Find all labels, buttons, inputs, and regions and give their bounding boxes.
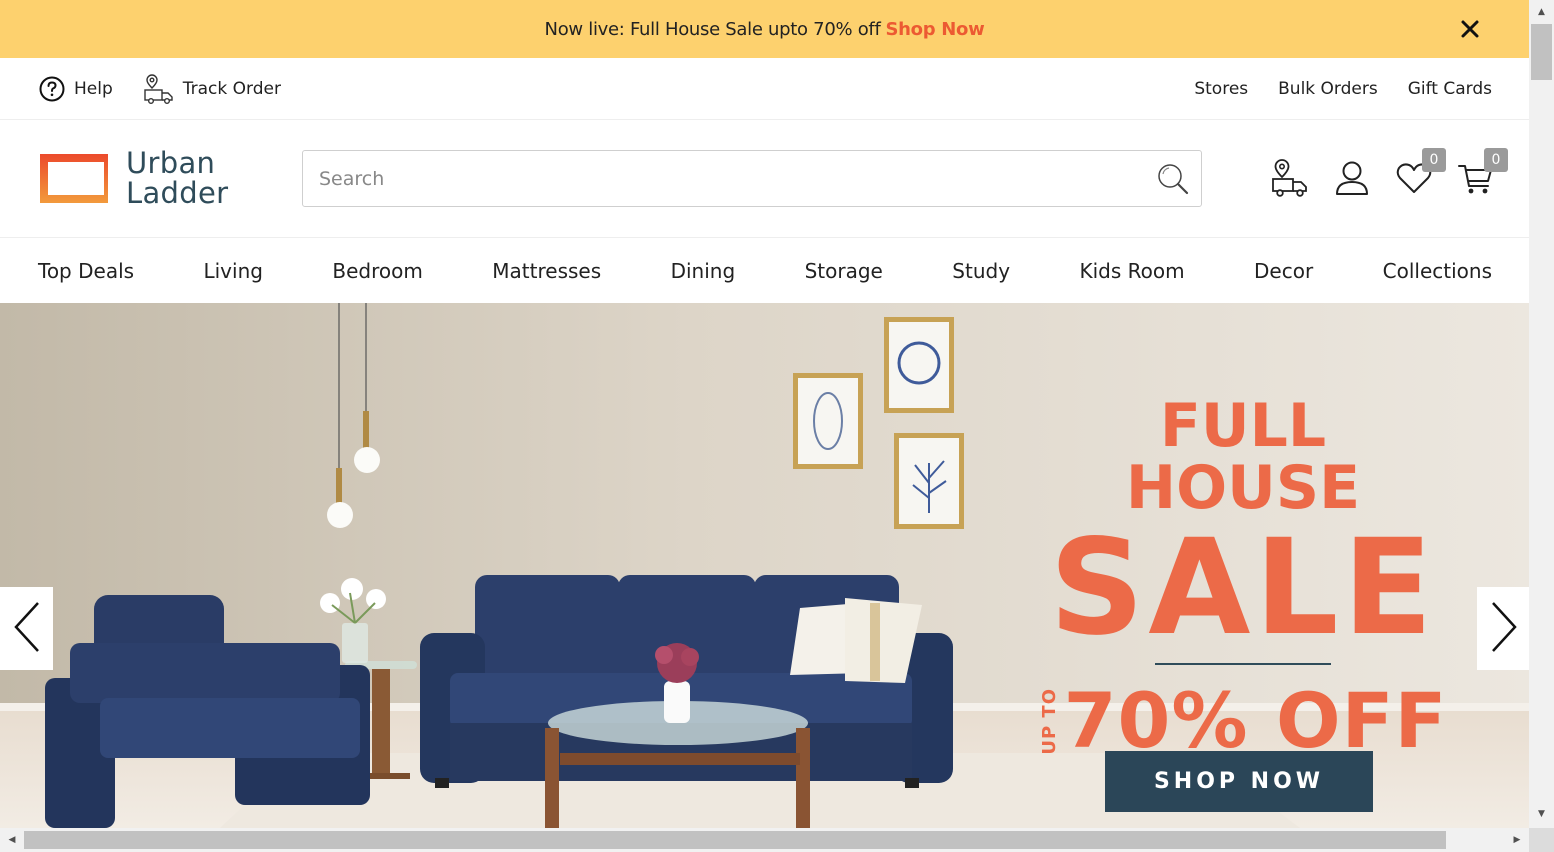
cart-button[interactable]: 0 <box>1456 148 1508 198</box>
utility-bar: Help Track Order Stores Bulk Orders Gift… <box>0 58 1529 120</box>
announcement-text: Now live: Full House Sale upto 70% off <box>544 18 881 40</box>
help-link[interactable]: Help <box>38 75 113 103</box>
delivery-truck-icon <box>143 73 175 105</box>
hero-title-line1: FULL HOUSE <box>1125 391 1361 523</box>
track-order-label: Track Order <box>182 78 281 99</box>
hero-shop-now-button[interactable]: SHOP NOW <box>1105 751 1373 812</box>
chevron-right-icon <box>1487 599 1521 659</box>
hero-title-line2: SALE <box>1049 511 1437 665</box>
hero-promo-text: FULL HOUSE SALE UP TO 70% OFF <box>1038 395 1448 759</box>
carousel-next-button[interactable] <box>1477 587 1529 670</box>
user-icon[interactable] <box>1332 158 1372 198</box>
hero-banner[interactable]: FULL HOUSE SALE UP TO 70% OFF SHOP NOW <box>0 303 1529 828</box>
help-label: Help <box>74 78 113 99</box>
hero-discount-value: 70% OFF <box>1063 676 1448 765</box>
category-nav: Top Deals Living Bedroom Mattresses Dini… <box>0 238 1529 303</box>
scroll-down-arrow-icon[interactable]: ▼ <box>1529 804 1554 824</box>
horizontal-scrollbar[interactable]: ◀ ▶ <box>0 828 1529 852</box>
brand-name-line2: Ladder <box>126 176 229 210</box>
announcement-bar: Now live: Full House Sale upto 70% off S… <box>0 0 1529 58</box>
nav-item-study[interactable]: Study <box>952 259 1010 283</box>
gift-cards-link[interactable]: Gift Cards <box>1408 79 1492 99</box>
nav-item-decor[interactable]: Decor <box>1254 259 1313 283</box>
scroll-left-arrow-icon[interactable]: ◀ <box>2 828 22 852</box>
nav-item-bedroom[interactable]: Bedroom <box>332 259 422 283</box>
wishlist-count-badge: 0 <box>1422 148 1446 172</box>
nav-item-mattresses[interactable]: Mattresses <box>492 259 601 283</box>
help-icon <box>38 75 66 103</box>
header-icons: 0 0 <box>1270 148 1508 198</box>
brand-name-line1: Urban <box>126 146 216 180</box>
brand-name: Urban Ladder <box>126 148 228 208</box>
hero-discount: UP TO 70% OFF <box>1038 683 1448 759</box>
brand-logo[interactable]: Urban Ladder <box>38 148 228 208</box>
cart-icon <box>1456 165 1496 202</box>
hero-upto-label: UP TO <box>1038 687 1060 755</box>
search-box <box>302 150 1202 207</box>
nav-item-dining[interactable]: Dining <box>671 259 736 283</box>
wishlist-button[interactable]: 0 <box>1394 148 1446 198</box>
logo-mark <box>38 152 110 205</box>
cart-count-badge: 0 <box>1484 148 1508 172</box>
bulk-orders-link[interactable]: Bulk Orders <box>1278 79 1378 99</box>
nav-item-kids-room[interactable]: Kids Room <box>1079 259 1184 283</box>
site-header: Urban Ladder 0 <box>0 120 1529 238</box>
search-icon[interactable] <box>1155 161 1191 197</box>
scroll-right-arrow-icon[interactable]: ▶ <box>1507 828 1527 852</box>
close-icon[interactable] <box>1455 14 1485 44</box>
chevron-left-icon <box>10 599 44 659</box>
store-locator-icon[interactable] <box>1270 158 1310 198</box>
carousel-prev-button[interactable] <box>0 587 53 670</box>
page-viewport: Now live: Full House Sale upto 70% off S… <box>0 0 1529 828</box>
vertical-scrollbar[interactable]: ▲ ▼ <box>1529 0 1554 828</box>
announcement-shop-now-link[interactable]: Shop Now <box>886 19 985 40</box>
nav-item-collections[interactable]: Collections <box>1383 259 1492 283</box>
scrollbar-corner <box>1529 828 1554 852</box>
track-order-link[interactable]: Track Order <box>143 73 281 105</box>
search-input[interactable] <box>303 151 1143 206</box>
heart-icon <box>1394 163 1434 202</box>
scroll-up-arrow-icon[interactable]: ▲ <box>1529 2 1554 22</box>
nav-item-top-deals[interactable]: Top Deals <box>38 259 134 283</box>
vertical-scroll-thumb[interactable] <box>1531 24 1552 80</box>
nav-item-living[interactable]: Living <box>203 259 262 283</box>
nav-item-storage[interactable]: Storage <box>805 259 883 283</box>
horizontal-scroll-thumb[interactable] <box>24 831 1446 849</box>
stores-link[interactable]: Stores <box>1194 79 1248 99</box>
